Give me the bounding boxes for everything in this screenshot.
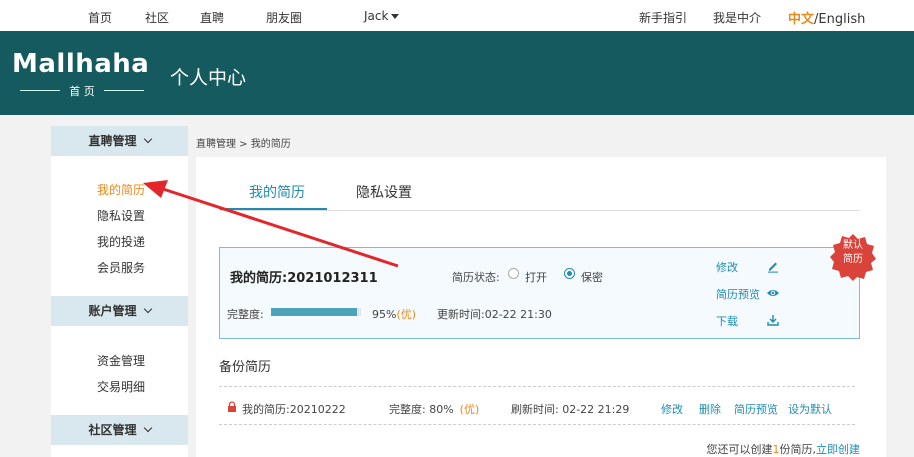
logo-home-label: 首 页 (69, 85, 95, 98)
create-note: 您还可以创建1份简历,立即创建 (707, 441, 861, 457)
tab-privacy[interactable]: 隐私设置 (356, 182, 412, 202)
badge-line-1: 默认 (843, 240, 863, 251)
nav-home[interactable]: 首页 (88, 9, 112, 26)
lock-icon (228, 401, 236, 412)
backup-refresh-time: 刷新时间: 02-22 21:29 (511, 403, 630, 416)
status-label: 简历状态: (452, 271, 500, 284)
tab-divider (220, 210, 860, 211)
divider (219, 386, 855, 387)
nav-hiring[interactable]: 直聘 (200, 9, 224, 26)
guide-link[interactable]: 新手指引 (639, 9, 687, 26)
sidebar-item-transactions[interactable]: 交易明细 (97, 378, 145, 395)
preview-resume-link[interactable]: 简历预览 (716, 286, 760, 302)
chevron-down-icon (143, 423, 152, 433)
lang-cn[interactable]: 中文 (788, 12, 814, 27)
backup-section-title: 备份简历 (219, 360, 272, 375)
edit-resume-link[interactable]: 修改 (716, 259, 738, 275)
sidebar-group-hiring[interactable]: 直聘管理 (51, 126, 188, 156)
create-now-link[interactable]: 立即创建 (816, 443, 860, 456)
completeness-label: 完整度: (227, 308, 264, 321)
page-title: 个人中心 (170, 67, 247, 89)
backup-preview-link[interactable]: 简历预览 (734, 401, 778, 417)
completeness-grade: (优) (396, 308, 417, 321)
backup-completeness: 完整度: 80% (优) (389, 401, 479, 417)
create-note-suffix: 份简历, (779, 443, 817, 456)
sidebar: 直聘管理 我的简历 隐私设置 我的投递 会员服务 账户管理 资金管理 交易明细 … (51, 126, 188, 457)
remaining-count: 1 (772, 443, 780, 456)
sidebar-group-community[interactable]: 社区管理 (51, 415, 188, 445)
breadcrumb: 直聘管理 > 我的简历 (196, 139, 291, 150)
chevron-down-icon (143, 134, 152, 144)
logo[interactable]: Mallhaha (12, 49, 149, 79)
logo-divider-left (20, 90, 60, 91)
main-panel: 我的简历 隐私设置 我的简历:2021012311 简历状态: 打开 保密 完整… (196, 157, 886, 457)
default-badge-label: 默认 简历 (829, 239, 877, 267)
divider (219, 424, 855, 425)
sidebar-item-applications[interactable]: 我的投递 (97, 233, 145, 250)
tab-my-resume[interactable]: 我的简历 (249, 182, 305, 202)
completeness-bar (271, 308, 361, 316)
nav-friends[interactable]: 朋友圈 (266, 9, 302, 26)
pencil-icon[interactable] (766, 259, 780, 273)
sidebar-group-label: 社区管理 (88, 423, 137, 437)
sidebar-item-funds[interactable]: 资金管理 (97, 352, 145, 369)
backup-edit-link[interactable]: 修改 (661, 401, 683, 417)
nav-community[interactable]: 社区 (145, 9, 169, 26)
status-open-label[interactable]: 打开 (525, 269, 547, 285)
page-header: Mallhaha 首 页 个人中心 (0, 31, 914, 115)
backup-completeness-value: 完整度: 80% (389, 403, 454, 416)
backup-set-default-link[interactable]: 设为默认 (788, 401, 832, 417)
sidebar-group-account[interactable]: 账户管理 (51, 296, 188, 326)
status-open-radio[interactable] (508, 268, 519, 279)
sidebar-group-label: 账户管理 (88, 304, 137, 318)
backup-delete-link[interactable]: 删除 (699, 401, 721, 417)
backup-resume-name: 我的简历:20210222 (242, 403, 346, 416)
download-resume-link[interactable]: 下载 (716, 313, 738, 329)
completeness-bar-fill (271, 308, 357, 316)
caret-down-icon (391, 14, 400, 19)
sidebar-item-membership[interactable]: 会员服务 (97, 259, 145, 276)
resume-title: 我的简历:2021012311 (230, 271, 378, 286)
update-time: 更新时间:02-22 21:30 (437, 308, 552, 321)
lang-en[interactable]: /English (814, 12, 865, 27)
tab-active-indicator (220, 208, 327, 210)
badge-line-2: 简历 (843, 254, 863, 265)
chevron-down-icon (143, 304, 152, 314)
eye-icon[interactable] (766, 286, 780, 300)
user-menu[interactable]: Jack (364, 9, 400, 23)
completeness-percent: 95% (372, 308, 397, 321)
user-name: Jack (364, 9, 389, 23)
logo-home-link[interactable]: 首 页 (20, 83, 144, 98)
completeness-value: 95%(优) (372, 306, 416, 322)
agent-link[interactable]: 我是中介 (713, 9, 761, 26)
default-resume-card: 我的简历:2021012311 简历状态: 打开 保密 完整度: 95%(优) … (219, 247, 860, 339)
sidebar-group-label: 直聘管理 (88, 134, 137, 148)
language-switch[interactable]: 中文/English (788, 8, 865, 27)
status-private-label[interactable]: 保密 (581, 269, 603, 285)
logo-divider-right (104, 90, 144, 91)
create-note-prefix: 您还可以创建 (706, 443, 773, 456)
backup-grade: (优) (459, 403, 480, 416)
sidebar-item-privacy[interactable]: 隐私设置 (97, 207, 145, 224)
status-private-radio[interactable] (564, 268, 575, 279)
top-nav: 首页 社区 直聘 朋友圈 Jack 新手指引 我是中介 中文/English (0, 0, 914, 31)
download-icon[interactable] (766, 313, 780, 327)
sidebar-item-my-resume[interactable]: 我的简历 (97, 181, 145, 198)
